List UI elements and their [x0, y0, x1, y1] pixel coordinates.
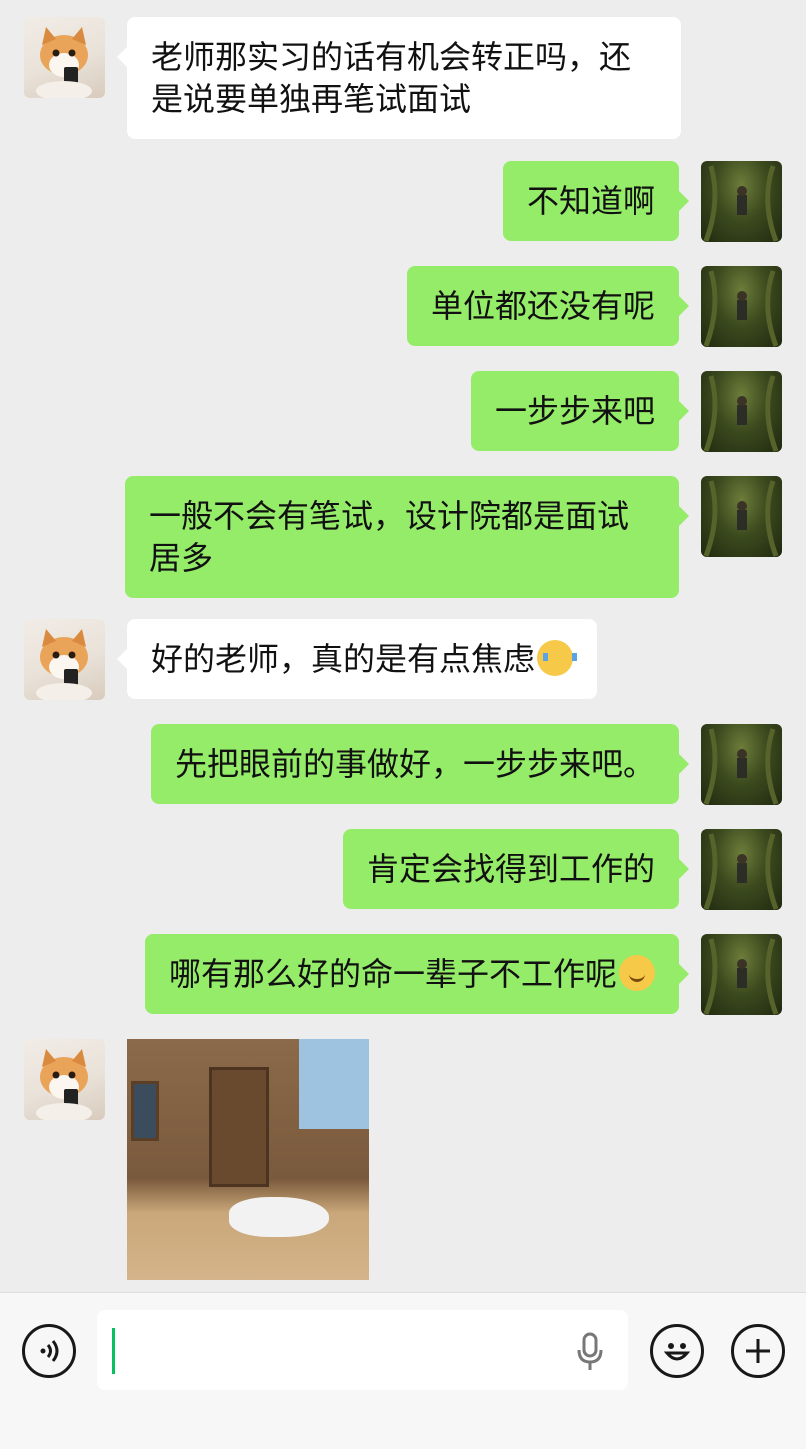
sent-message-bubble[interactable]: 不知道啊 [502, 161, 690, 241]
message-text: 好的老师，真的是有点焦虑 [151, 640, 536, 678]
message-text: 肯定会找得到工作的 [366, 850, 655, 888]
crying-face-icon [537, 640, 578, 676]
my-avatar[interactable] [701, 266, 782, 347]
message-text: 哪有那么好的命一辈子不工作呢 [168, 955, 617, 993]
sent-message-bubble[interactable]: 一般不会有笔试，设计院都是面试居多 [125, 476, 689, 598]
plus-icon [746, 1339, 770, 1363]
emoji-button[interactable] [650, 1324, 704, 1378]
contact-avatar[interactable] [24, 17, 105, 98]
message-text: 一般不会有笔试，设计院都是面试居多 [149, 497, 630, 577]
my-avatar[interactable] [701, 161, 782, 242]
sent-message-bubble[interactable]: 肯定会找得到工作的 [342, 829, 690, 909]
sticker-sky [299, 1039, 369, 1129]
sent-message-bubble[interactable]: 先把眼前的事做好，一步步来吧。 [150, 724, 690, 804]
mic-icon[interactable] [575, 1332, 605, 1372]
voice-button[interactable] [22, 1324, 76, 1378]
my-avatar[interactable] [701, 724, 782, 805]
chat-area: 老师那实习的话有机会转正吗，还是说要单独再笔试面试 不知道啊 单位都还没有呢 一… [0, 0, 806, 1292]
my-avatar[interactable] [701, 829, 782, 910]
text-caret [112, 1328, 115, 1374]
my-avatar[interactable] [701, 476, 782, 557]
more-button[interactable] [731, 1324, 785, 1378]
sent-message-bubble[interactable]: 哪有那么好的命一辈子不工作呢 [144, 934, 690, 1014]
received-message-bubble[interactable]: 老师那实习的话有机会转正吗，还是说要单独再笔试面试 [117, 17, 681, 139]
message-text: 一步步来吧 [494, 392, 655, 430]
sticker-door [209, 1067, 269, 1187]
smiling-face-icon [619, 955, 655, 991]
voice-icon [40, 1340, 59, 1362]
contact-avatar[interactable] [24, 619, 105, 700]
sticker-window [131, 1081, 159, 1141]
emoji-icon [663, 1343, 691, 1361]
received-message-bubble[interactable]: 好的老师，真的是有点焦虑 [116, 619, 598, 699]
message-text: 先把眼前的事做好，一步步来吧。 [174, 745, 655, 783]
my-avatar[interactable] [701, 371, 782, 452]
message-text: 单位都还没有呢 [430, 287, 655, 325]
sticker-image[interactable] [127, 1039, 369, 1280]
contact-avatar[interactable] [24, 1039, 105, 1120]
sent-message-bubble[interactable]: 一步步来吧 [470, 371, 690, 451]
message-text: 老师那实习的话有机会转正吗，还是说要单独再笔试面试 [151, 38, 632, 118]
sticker-bunny [229, 1197, 329, 1237]
sent-message-bubble[interactable]: 单位都还没有呢 [406, 266, 690, 346]
input-bar [0, 1292, 806, 1449]
my-avatar[interactable] [701, 934, 782, 1015]
message-text: 不知道啊 [526, 182, 655, 220]
message-input[interactable] [97, 1310, 628, 1390]
